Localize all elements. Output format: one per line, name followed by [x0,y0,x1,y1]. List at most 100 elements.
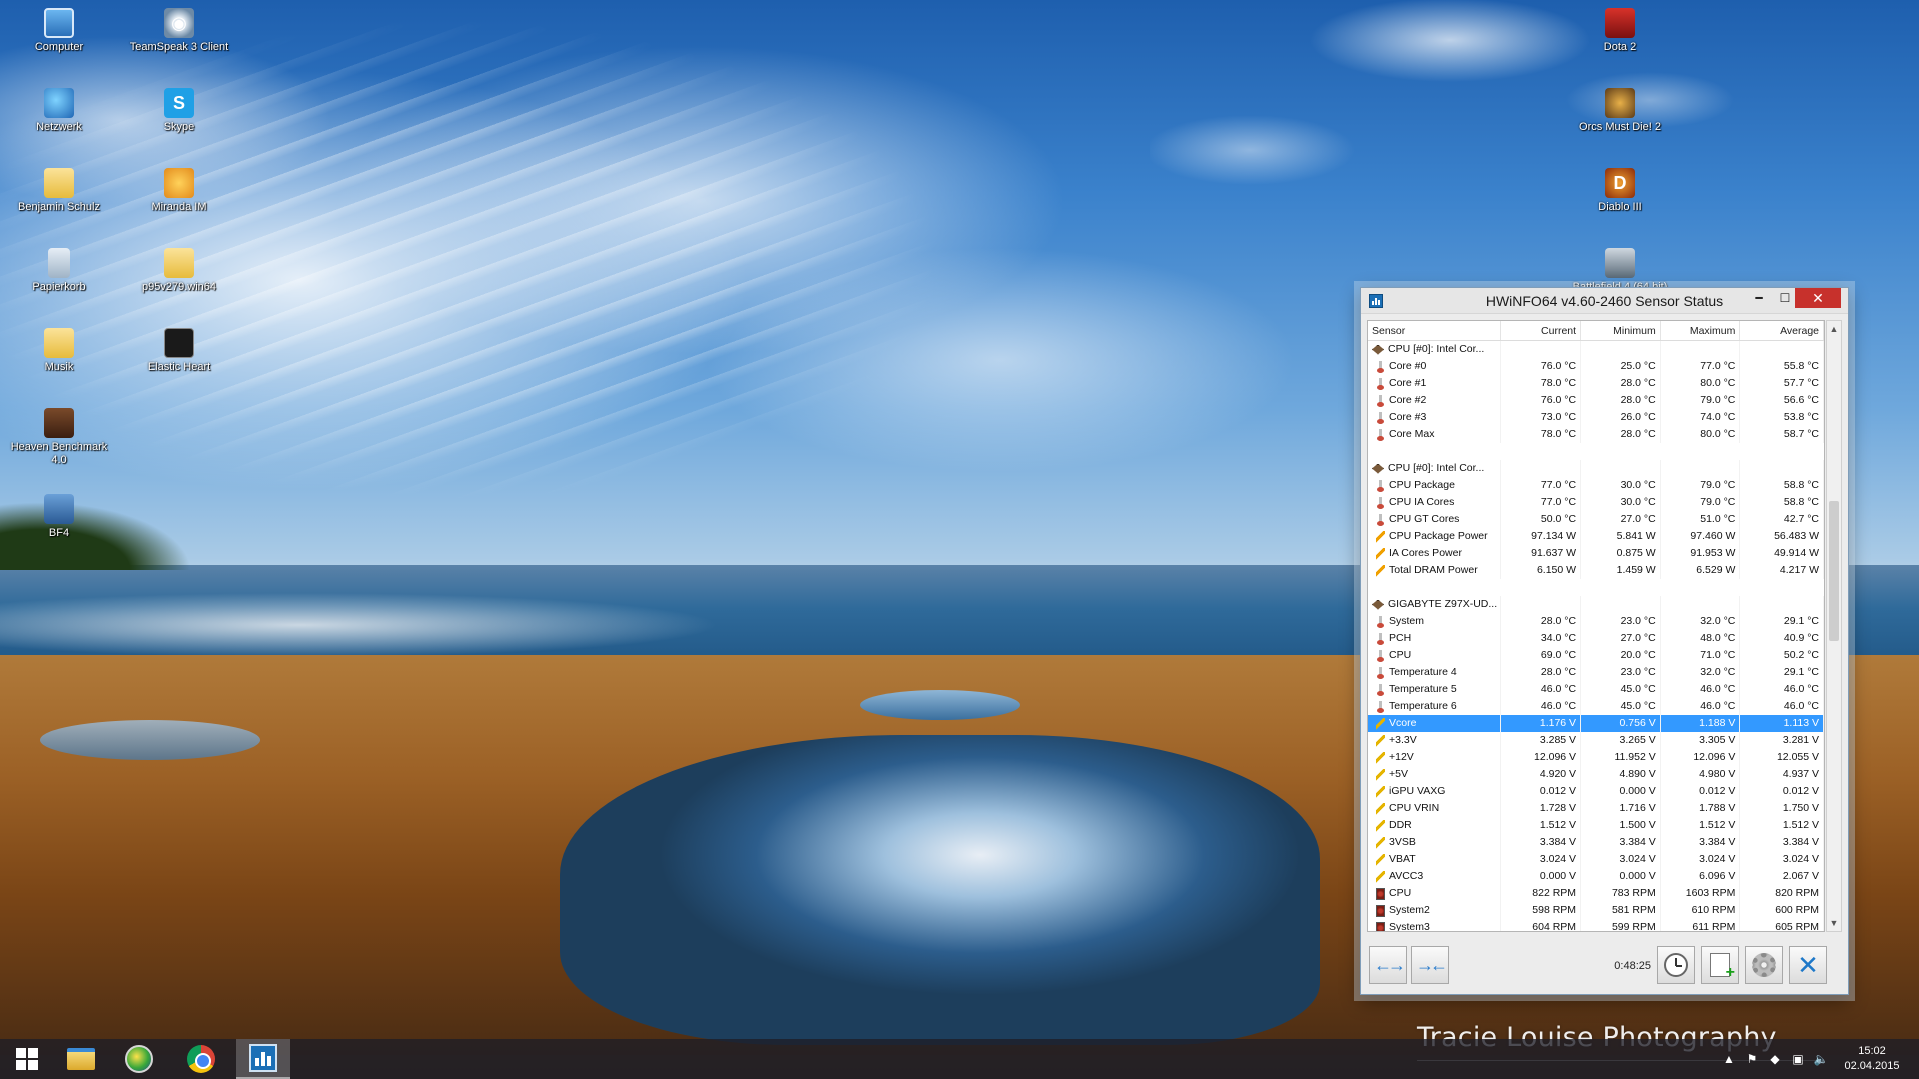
sensor-name: DDR [1389,819,1412,831]
taskbar-clock[interactable]: 15:02 02.04.2015 [1837,1044,1907,1074]
reset-timer-button[interactable] [1657,946,1695,984]
taskbar-chrome[interactable] [174,1039,228,1079]
sensor-table-body: CPU [#0]: Intel Cor... Core #0 76.0 °C 25.0… [1368,341,1824,931]
sensor-group-row[interactable]: CPU [#0]: Intel Cor... [1368,341,1824,358]
sensor-row[interactable]: Total DRAM Power 6.150 W 1.459 W 6.529 W 4.2… [1368,562,1824,579]
sensor-row[interactable]: Core Max 78.0 °C 28.0 °C 80.0 °C 58.7 °C [1368,426,1824,443]
sensor-row[interactable]: Core #0 76.0 °C 25.0 °C 77.0 °C 55.8 °C [1368,358,1824,375]
sensor-row[interactable]: CPU 69.0 °C 20.0 °C 71.0 °C 50.2 °C [1368,647,1824,664]
sensor-row[interactable]: DDR 1.512 V 1.500 V 1.512 V 1.512 V [1368,817,1824,834]
minimum-value-cell: 581 RPM [1581,902,1661,919]
sensor-row[interactable]: +12V 12.096 V 11.952 V 12.096 V 12.055 V [1368,749,1824,766]
recycle-bin-icon [48,248,70,278]
sensor-row[interactable]: CPU VRIN 1.728 V 1.716 V 1.788 V 1.750 V [1368,800,1824,817]
sensor-row[interactable]: CPU Package Power 97.134 W 5.841 W 97.460 W… [1368,528,1824,545]
volume-icon[interactable]: 🔈 [1814,1052,1829,1066]
desktop-icon-skype[interactable]: S Skype [124,82,234,154]
sensor-row[interactable]: Core #3 73.0 °C 26.0 °C 74.0 °C 53.8 °C [1368,409,1824,426]
current-value-cell: 73.0 °C [1501,409,1582,426]
minimum-value-cell: 3.265 V [1581,732,1661,749]
start-button[interactable] [0,1039,54,1079]
sensor-row[interactable]: Temperature 4 28.0 °C 23.0 °C 32.0 °C 29.1 °… [1368,664,1824,681]
sensor-row[interactable]: Vcore 1.176 V 0.756 V 1.188 V 1.113 V [1368,715,1824,732]
sensor-row[interactable]: Core #1 78.0 °C 28.0 °C 80.0 °C 57.7 °C [1368,375,1824,392]
maximum-value-cell: 12.096 V [1661,749,1741,766]
minimum-value-cell: 4.890 V [1581,766,1661,783]
minimum-value-cell: 28.0 °C [1581,426,1661,443]
average-value-cell: 58.8 °C [1740,494,1824,511]
close-button[interactable]: ✕ [1795,288,1841,308]
taskbar-hwinfo[interactable] [236,1039,290,1079]
column-header-maximum[interactable]: Maximum [1661,321,1741,340]
sensor-row[interactable]: CPU GT Cores 50.0 °C 27.0 °C 51.0 °C 42.7 °C [1368,511,1824,528]
sensor-row[interactable]: PCH 34.0 °C 27.0 °C 48.0 °C 40.9 °C [1368,630,1824,647]
scroll-up-icon[interactable]: ▲ [1827,321,1841,337]
scrollbar-thumb[interactable] [1829,501,1839,641]
minimize-button[interactable]: ━ [1745,288,1773,308]
log-to-file-button[interactable] [1701,946,1739,984]
column-header-sensor[interactable]: Sensor [1368,321,1502,340]
sensor-table[interactable]: Sensor Current Minimum Maximum Average C… [1367,320,1825,932]
window-titlebar[interactable]: HWiNFO64 v4.60-2460 Sensor Status ━ ☐ ✕ [1361,288,1848,314]
sensor-row[interactable]: Temperature 6 46.0 °C 45.0 °C 46.0 °C 46.0 °… [1368,698,1824,715]
desktop-icon-network[interactable]: Netzwerk [4,82,114,154]
desktop-icon-user-folder[interactable]: Benjamin Schulz [4,162,114,234]
desktop-icon-music-folder[interactable]: Musik [4,322,114,394]
hwinfo-sensor-window[interactable]: HWiNFO64 v4.60-2460 Sensor Status ━ ☐ ✕ … [1360,287,1849,995]
desktop-icon-orcs-must-die[interactable]: Orcs Must Die! 2 [1565,82,1675,154]
column-header-minimum[interactable]: Minimum [1581,321,1661,340]
vertical-scrollbar[interactable]: ▲ ▼ [1826,320,1842,932]
close-sensors-button[interactable]: ✕ [1789,946,1827,984]
average-value-cell: 3.024 V [1740,851,1824,868]
desktop-icon-prime95-folder[interactable]: p95v279.win64 [124,242,234,314]
sensor-row[interactable]: System 28.0 °C 23.0 °C 32.0 °C 29.1 °C [1368,613,1824,630]
network-tray-icon[interactable]: ▣ [1791,1052,1805,1066]
sensor-row[interactable]: +3.3V 3.285 V 3.265 V 3.305 V 3.281 V [1368,732,1824,749]
desktop-icon-computer[interactable]: Computer [4,2,114,74]
sensor-row[interactable]: CPU Package 77.0 °C 30.0 °C 79.0 °C 58.8 °C [1368,477,1824,494]
sensor-name: Temperature 4 [1389,666,1457,678]
sensor-row[interactable]: IA Cores Power 91.637 W 0.875 W 91.953 W 49.… [1368,545,1824,562]
desktop-icon-label: TeamSpeak 3 Client [129,41,229,53]
taskbar-globe-app[interactable] [112,1039,166,1079]
sensor-name-cell: Total DRAM Power [1368,562,1502,579]
column-header-current[interactable]: Current [1501,321,1582,340]
sensor-row[interactable]: Core #2 76.0 °C 28.0 °C 79.0 °C 56.6 °C [1368,392,1824,409]
sensor-group-row[interactable]: GIGABYTE Z97X-UD... [1368,596,1824,613]
sensor-row[interactable]: CPU 822 RPM 783 RPM 1603 RPM 820 RPM [1368,885,1824,902]
sensor-row[interactable]: System2 598 RPM 581 RPM 610 RPM 600 RPM [1368,902,1824,919]
sensor-name: Core #2 [1389,394,1427,406]
sensor-row[interactable]: +5V 4.920 V 4.890 V 4.980 V 4.937 V [1368,766,1824,783]
sensor-row[interactable]: 3VSB 3.384 V 3.384 V 3.384 V 3.384 V [1368,834,1824,851]
desktop-icon-label: p95v279.win64 [141,281,216,293]
desktop-icon-bf4[interactable]: BF4 [4,488,114,560]
desktop-icon-diablo3[interactable]: D Diablo III [1565,162,1675,234]
desktop-icon-elastic-heart[interactable]: Elastic Heart [124,322,234,394]
desktop-icon-recycle-bin[interactable]: Papierkorb [4,242,114,314]
current-value-cell: 78.0 °C [1501,426,1582,443]
chevron-up-icon[interactable]: ▲ [1722,1052,1736,1066]
taskbar-file-explorer[interactable] [54,1039,108,1079]
desktop-icon-heaven-benchmark[interactable]: Heaven Benchmark 4.0 [4,402,114,474]
column-header-average[interactable]: Average [1740,321,1824,340]
drive-icon[interactable]: ◆ [1768,1052,1782,1066]
desktop-icon-miranda[interactable]: Miranda IM [124,162,234,234]
sensor-group-row[interactable]: CPU [#0]: Intel Cor... [1368,460,1824,477]
flag-icon[interactable]: ⚑ [1745,1052,1759,1066]
settings-button[interactable] [1745,946,1783,984]
sensor-row[interactable]: Temperature 5 46.0 °C 45.0 °C 46.0 °C 46.0 °… [1368,681,1824,698]
sensor-row[interactable]: AVCC3 0.000 V 0.000 V 6.096 V 2.067 V [1368,868,1824,885]
sensor-name: Total DRAM Power [1389,564,1478,576]
desktop-icon-dota2[interactable]: Dota 2 [1565,2,1675,74]
sensor-row[interactable]: CPU IA Cores 77.0 °C 30.0 °C 79.0 °C 58.8 °C [1368,494,1824,511]
scroll-down-icon[interactable]: ▼ [1827,915,1841,931]
sensor-row[interactable]: iGPU VAXG 0.012 V 0.000 V 0.012 V 0.012 V [1368,783,1824,800]
collapse-columns-button[interactable]: →← [1411,946,1449,984]
average-value-cell: 46.0 °C [1740,681,1824,698]
desktop-icon-teamspeak[interactable]: ◉ TeamSpeak 3 Client [124,2,234,74]
expand-columns-button[interactable]: ←→ [1369,946,1407,984]
sensor-row[interactable]: VBAT 3.024 V 3.024 V 3.024 V 3.024 V [1368,851,1824,868]
bf4-icon [44,494,74,524]
sensor-row[interactable]: System3 604 RPM 599 RPM 611 RPM 605 RPM [1368,919,1824,931]
sensor-name: PCH [1389,632,1412,644]
